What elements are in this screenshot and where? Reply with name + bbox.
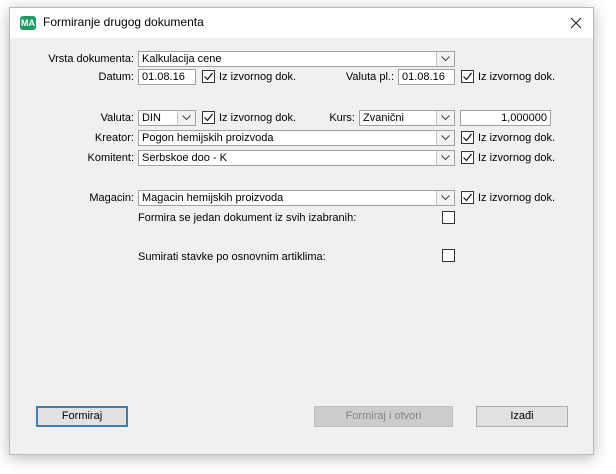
kurs-type-value: Zvanični	[363, 112, 404, 124]
chevron-down-icon[interactable]	[436, 131, 454, 145]
komitent-checkbox-label: Iz izvornog dok.	[478, 152, 556, 164]
chevron-down-icon[interactable]	[177, 111, 195, 125]
jedan-dokument-label: Formira se jedan dokument iz svih izabra…	[138, 212, 357, 224]
kreator-checkbox[interactable]	[461, 131, 474, 144]
vrsta-dokumenta-select[interactable]: Kalkulacija cene	[138, 51, 455, 67]
komitent-label: Komitent:	[87, 152, 134, 164]
vrsta-dokumenta-value: Kalkulacija cene	[142, 53, 222, 65]
komitent-select[interactable]: Serbskoe doo - K	[138, 150, 455, 166]
kreator-value: Pogon hemijskih proizvoda	[142, 132, 274, 144]
valuta-value: DIN	[142, 112, 161, 124]
magacin-checkbox-label: Iz izvornog dok.	[478, 192, 556, 204]
datum-checkbox-label: Iz izvornog dok.	[219, 71, 297, 83]
sumirati-label: Sumirati stavke po osnovnim artiklima:	[138, 251, 326, 263]
chevron-down-icon[interactable]	[436, 52, 454, 66]
datum-field[interactable]: 01.08.16	[138, 69, 196, 85]
valuta-checkbox-label: Iz izvornog dok.	[219, 112, 297, 124]
kreator-checkbox-label: Iz izvornog dok.	[478, 132, 556, 144]
window-title: Formiranje drugog dokumenta	[43, 15, 204, 29]
chevron-down-icon[interactable]	[436, 191, 454, 205]
valuta-pl-field[interactable]: 01.08.16	[398, 69, 455, 85]
title-bar[interactable]: MA Formiranje drugog dokumenta	[10, 8, 593, 38]
magacin-label: Magacin:	[89, 192, 134, 204]
komitent-value: Serbskoe doo - K	[142, 152, 227, 164]
valuta-pl-label: Valuta pl.:	[345, 71, 394, 83]
kreator-label: Kreator:	[94, 132, 134, 144]
kurs-label: Kurs:	[329, 112, 355, 124]
kreator-select[interactable]: Pogon hemijskih proizvoda	[138, 130, 455, 146]
sumirati-checkbox[interactable]	[442, 249, 455, 262]
chevron-down-icon[interactable]	[436, 151, 454, 165]
kurs-type-select[interactable]: Zvanični	[359, 110, 455, 126]
valuta-checkbox[interactable]	[202, 111, 215, 124]
kurs-value-field[interactable]: 1,000000	[460, 110, 551, 126]
magacin-value: Magacin hemijskih proizvoda	[142, 192, 284, 204]
datum-checkbox[interactable]	[202, 70, 215, 83]
magacin-checkbox[interactable]	[461, 191, 474, 204]
formiraj-button[interactable]: Formiraj	[36, 406, 128, 427]
vrsta-dokumenta-label: Vrsta dokumenta:	[48, 53, 134, 65]
dialog-window: MA Formiranje drugog dokumenta Vrsta dok…	[9, 7, 594, 455]
valuta-label: Valuta:	[100, 112, 134, 124]
magacin-select[interactable]: Magacin hemijskih proizvoda	[138, 190, 455, 206]
datum-label: Datum:	[98, 71, 134, 83]
izadji-button[interactable]: Izađi	[476, 406, 568, 427]
valuta-pl-checkbox[interactable]	[461, 70, 474, 83]
close-icon[interactable]	[567, 14, 585, 32]
formiraj-i-otvori-button[interactable]: Formiraj i otvori	[314, 406, 453, 427]
valuta-pl-checkbox-label: Iz izvornog dok.	[478, 71, 556, 83]
valuta-select[interactable]: DIN	[138, 110, 196, 126]
app-icon: MA	[20, 16, 36, 30]
jedan-dokument-checkbox[interactable]	[442, 211, 455, 224]
chevron-down-icon[interactable]	[436, 111, 454, 125]
komitent-checkbox[interactable]	[461, 151, 474, 164]
